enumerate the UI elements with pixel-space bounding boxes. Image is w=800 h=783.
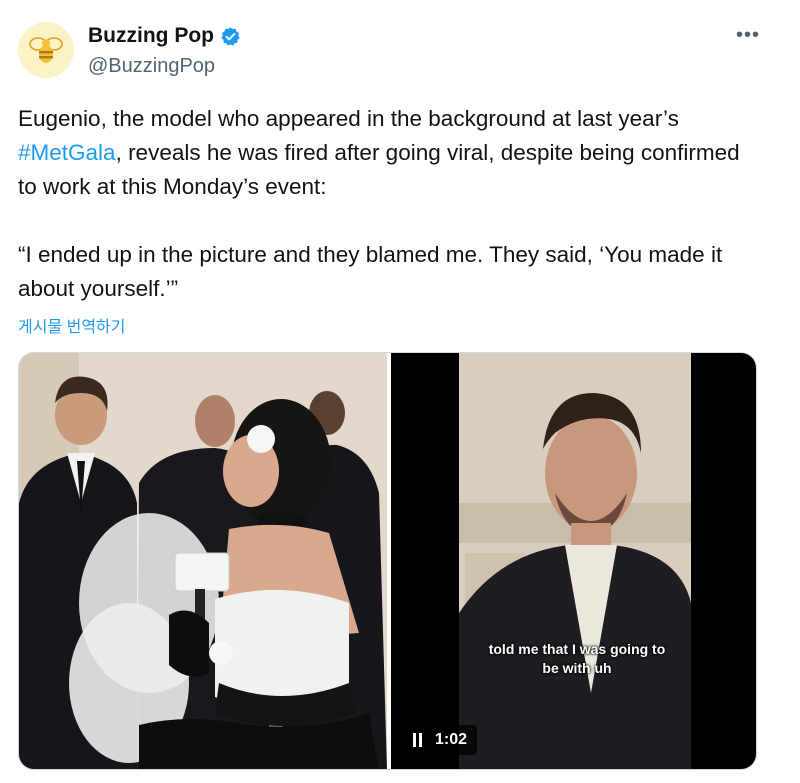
tweet-quote: “I ended up in the picture and they blam… <box>18 242 723 301</box>
verified-badge-icon <box>221 26 240 46</box>
video-illustration <box>459 353 691 769</box>
video-controls[interactable]: 1:02 <box>403 725 478 755</box>
video-caption-line: be with uh <box>542 660 612 676</box>
avatar[interactable] <box>18 22 74 78</box>
translate-post-link[interactable]: 게시물 번역하기 <box>18 313 126 337</box>
video-player[interactable]: told me that I was going to be with uh 1… <box>391 353 756 769</box>
video-frame <box>459 353 691 769</box>
hashtag-link[interactable]: #MetGala <box>18 140 116 165</box>
tweet-text-end: , reveals he was fired after going viral… <box>18 140 740 199</box>
video-timestamp: 1:02 <box>435 731 468 748</box>
author-name-row: Buzzing Pop <box>88 24 241 48</box>
photo[interactable] <box>19 353 387 769</box>
author-handle[interactable]: @BuzzingPop <box>88 55 215 78</box>
more-options-icon[interactable]: ••• <box>736 25 760 45</box>
video-caption: told me that I was going to be with uh <box>467 640 687 678</box>
tweet-text-start: Eugenio, the model who appeared in the b… <box>18 106 679 131</box>
tweet: Buzzing Pop @BuzzingPop ••• Eugenio, the… <box>0 0 800 783</box>
tweet-paragraph: Eugenio, the model who appeared in the b… <box>18 102 763 204</box>
display-name[interactable]: Buzzing Pop <box>88 24 214 48</box>
tweet-text: Eugenio, the model who appeared in the b… <box>18 102 763 306</box>
video-caption-line: told me that I was going to <box>488 641 666 657</box>
bee-icon <box>29 37 63 63</box>
pause-icon[interactable] <box>413 733 425 747</box>
media-grid: told me that I was going to be with uh 1… <box>18 352 757 770</box>
photo-illustration <box>19 353 387 769</box>
